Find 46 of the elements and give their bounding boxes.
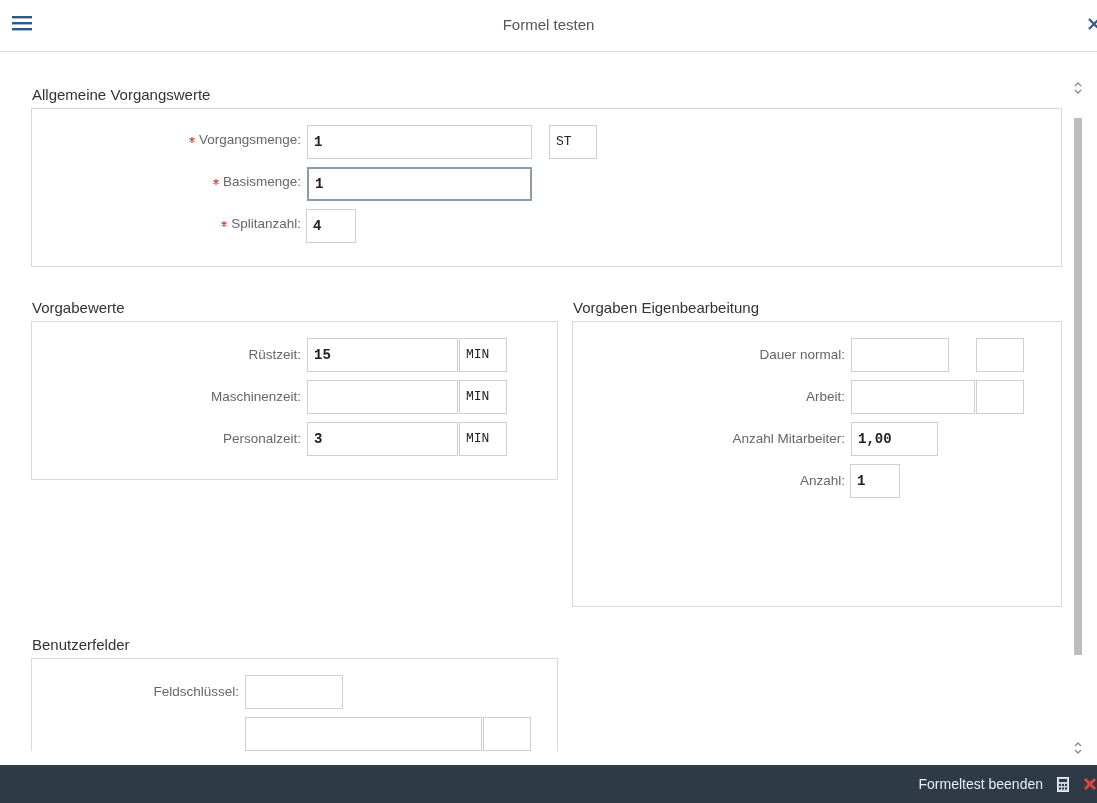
unit-field[interactable]: MIN bbox=[459, 338, 507, 372]
unit-field[interactable]: MIN bbox=[459, 380, 507, 414]
field-label: Feldschlüssel: bbox=[153, 682, 239, 701]
input-field[interactable]: 15 bbox=[307, 338, 458, 372]
field-label: Maschinenzeit: bbox=[210, 387, 301, 406]
unit-field[interactable] bbox=[976, 380, 1024, 414]
field-label: Vorgangsmenge: bbox=[198, 130, 301, 149]
input-field[interactable] bbox=[851, 338, 949, 372]
field-label: Arbeit: bbox=[805, 387, 845, 406]
field-label: Dauer normal: bbox=[759, 345, 845, 364]
calculator-icon bbox=[1057, 776, 1069, 792]
unit-field[interactable]: MIN bbox=[459, 422, 507, 456]
cancel-button[interactable] bbox=[1083, 777, 1097, 791]
end-test-button[interactable]: Formeltest beenden bbox=[918, 773, 1043, 795]
unit-field[interactable]: ST bbox=[549, 125, 597, 159]
section-title: Allgemeine Vorgangswerte bbox=[32, 85, 212, 105]
field-label: Basismenge: bbox=[222, 172, 301, 191]
close-icon bbox=[1087, 17, 1097, 31]
field-label: Anzahl: bbox=[799, 471, 845, 490]
field-label: Rüstzeit: bbox=[248, 345, 301, 364]
input-field[interactable]: 1 bbox=[307, 125, 532, 159]
input-field[interactable] bbox=[851, 380, 975, 414]
menu-icon bbox=[12, 15, 32, 31]
input-field[interactable]: 4 bbox=[306, 209, 356, 243]
input-field[interactable] bbox=[307, 380, 458, 414]
input-field[interactable]: 3 bbox=[307, 422, 458, 456]
section-title: Vorgaben Eigenbearbeitung bbox=[573, 298, 760, 318]
unit-field[interactable] bbox=[976, 338, 1024, 372]
field-label: Splitanzahl: bbox=[231, 214, 301, 233]
unit-field[interactable] bbox=[483, 717, 531, 751]
scrollbar-thumb[interactable] bbox=[1074, 118, 1082, 655]
input-field[interactable] bbox=[245, 717, 482, 751]
calculator-button[interactable] bbox=[1057, 776, 1069, 792]
input-field[interactable] bbox=[245, 675, 343, 709]
section-title: Vorgabewerte bbox=[32, 298, 126, 318]
scroll-up-icon[interactable] bbox=[1073, 80, 1083, 96]
scroll-down-icon[interactable] bbox=[1073, 740, 1083, 756]
menu-button[interactable] bbox=[10, 13, 34, 33]
field-label: Anzahl Mitarbeiter: bbox=[732, 429, 845, 448]
section-title: Benutzerfelder bbox=[32, 635, 131, 655]
input-field[interactable]: 1 bbox=[307, 167, 532, 201]
window-title: Formel testen bbox=[502, 15, 595, 36]
field-label: Personalzeit: bbox=[222, 429, 301, 448]
input-field[interactable]: 1,00 bbox=[851, 422, 938, 456]
input-field[interactable]: 1 bbox=[850, 464, 900, 498]
cancel-icon bbox=[1083, 777, 1097, 791]
